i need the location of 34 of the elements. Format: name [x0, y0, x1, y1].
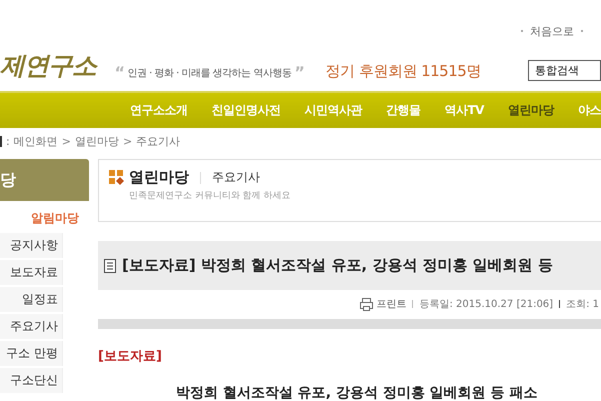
breadcrumb-link[interactable]: 열린마당: [74, 134, 119, 148]
top-link[interactable]: 처음으로: [530, 24, 574, 38]
search-select[interactable]: 통합검색: [528, 60, 601, 81]
sidebar-title: 당: [0, 159, 89, 201]
breadcrumb-separator: >: [122, 134, 132, 148]
sidebar-item[interactable]: 공지사항: [0, 233, 63, 258]
section-title: 열린마당: [129, 168, 189, 187]
print-link[interactable]: 프린트: [376, 297, 406, 311]
breadcrumb-link[interactable]: 메인화면: [14, 134, 58, 148]
sidebar-item[interactable]: 구소 만평: [0, 341, 63, 366]
article-headline: 박정희 혈서조작설 유포, 강용석 정미홍 일베회원 등 패소: [175, 384, 538, 401]
document-icon: [104, 258, 116, 272]
sidebar-item[interactable]: 주요기사: [0, 314, 63, 339]
tagline-text: 인권 · 평화 · 미래를 생각하는 역사행동: [127, 66, 292, 80]
squares-icon: [109, 170, 124, 185]
section-subtitle: 주요기사: [212, 169, 260, 186]
breadcrumb-link[interactable]: 주요기사: [136, 134, 180, 148]
sidebar-item[interactable]: 보도자료: [0, 260, 63, 285]
breadcrumb-separator: >: [62, 134, 71, 148]
article-title: [보도자료] 박정희 혈서조작설 유포, 강용석 정미홍 일베회원 등: [122, 256, 553, 275]
sidebar-item[interactable]: 구소단신: [0, 368, 63, 393]
logo-text[interactable]: 제연구소: [0, 49, 114, 82]
article-tag: [보도자료]: [98, 347, 601, 365]
nav-item[interactable]: 열린마당: [508, 102, 554, 119]
sidebar-section[interactable]: 알림마당: [0, 201, 89, 233]
section-description: 민족문제연구소 커뮤니티와 함께 하세요: [128, 190, 292, 202]
view-count: 조회: 1: [566, 298, 599, 311]
post-date: 등록일: 2015.10.27 [21:06]: [419, 298, 554, 311]
printer-icon: [360, 298, 374, 310]
breadcrumb-label: :: [6, 134, 10, 148]
quote-mark: “: [114, 63, 124, 82]
sidebar-item[interactable]: 일정표: [0, 287, 63, 312]
quote-mark: ”: [294, 63, 304, 82]
member-count: 정기 후원회원 11515명: [326, 62, 482, 81]
